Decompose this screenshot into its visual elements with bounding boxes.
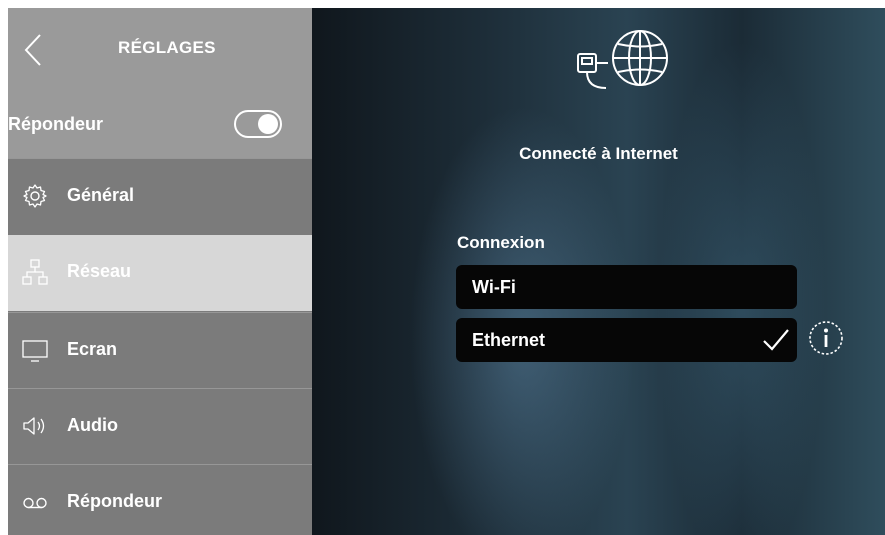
- sidebar-header: RÉGLAGES Répondeur: [8, 8, 312, 158]
- answering-machine-toggle[interactable]: [234, 110, 282, 138]
- check-icon: [763, 329, 789, 351]
- sidebar-item-network[interactable]: Réseau: [8, 235, 312, 311]
- network-panel: Connecté à Internet Connexion Wi-Fi Ethe…: [312, 8, 885, 535]
- network-icon: [22, 259, 48, 285]
- ethernet-option[interactable]: Ethernet: [456, 318, 797, 362]
- sidebar-item-label: Réseau: [67, 261, 132, 281]
- gear-icon: [23, 184, 47, 208]
- sidebar-item-answering-machine[interactable]: Répondeur: [8, 464, 312, 535]
- sidebar-item-audio[interactable]: Audio: [8, 388, 312, 464]
- globe-ethernet-icon: [577, 30, 668, 89]
- sidebar-item-label: Ecran: [67, 339, 118, 359]
- back-chevron-icon[interactable]: [22, 32, 44, 68]
- speaker-icon: [23, 417, 45, 435]
- sidebar-item-general[interactable]: Général: [8, 158, 312, 234]
- ethernet-option-label: Ethernet: [472, 330, 546, 350]
- connection-section-label: Connexion: [457, 233, 545, 252]
- info-icon[interactable]: [808, 320, 844, 356]
- toggle-knob: [258, 114, 278, 134]
- sidebar-item-label: Audio: [67, 415, 118, 435]
- sidebar-item-label: Répondeur: [67, 491, 163, 511]
- sidebar-title: RÉGLAGES: [118, 38, 216, 57]
- voicemail-icon: [23, 497, 47, 509]
- sidebar-item-screen[interactable]: Ecran: [8, 312, 312, 388]
- wifi-option[interactable]: Wi-Fi: [456, 265, 797, 309]
- wifi-option-label: Wi-Fi: [472, 277, 516, 297]
- monitor-icon: [22, 340, 48, 362]
- settings-sidebar: RÉGLAGES Répondeur Général Réseau Ecran …: [8, 8, 312, 535]
- connection-status: Connecté à Internet: [519, 144, 678, 163]
- device-screen: RÉGLAGES Répondeur Général Réseau Ecran …: [8, 8, 885, 535]
- answering-machine-toggle-label: Répondeur: [8, 114, 104, 134]
- sidebar-item-label: Général: [67, 185, 135, 205]
